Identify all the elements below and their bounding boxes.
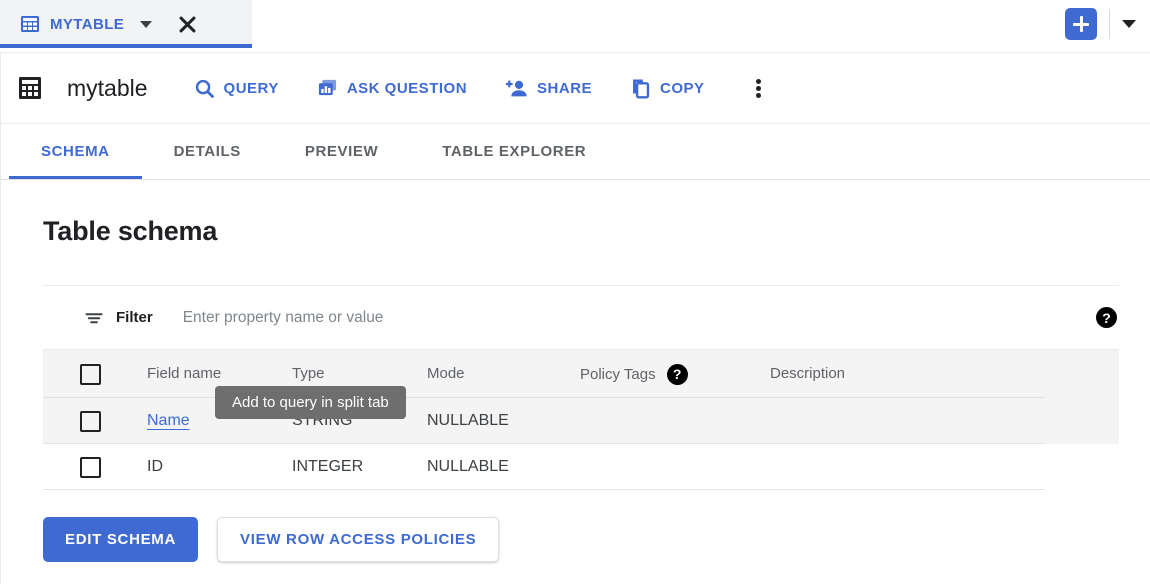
cell-mode: NULLABLE	[427, 458, 580, 476]
select-all-cell	[43, 364, 147, 385]
column-header-policy-tags: Policy Tags ?	[580, 364, 770, 385]
view-row-access-policies-button[interactable]: VIEW ROW ACCESS POLICIES	[217, 517, 499, 562]
app-root: MYTABLE	[0, 0, 1150, 584]
column-header-mode: Mode	[427, 365, 580, 383]
section-tabs: SCHEMA DETAILS PREVIEW TABLE EXPLORER	[1, 124, 1150, 180]
tab-table-explorer-label: TABLE EXPLORER	[442, 143, 586, 160]
workspace-tab-mytable[interactable]: MYTABLE	[0, 0, 252, 48]
tab-strip-controls	[1065, 0, 1150, 48]
person-add-icon	[505, 78, 528, 99]
table-row[interactable]: Name STRING NULLABLE	[43, 398, 1119, 444]
row-select-cell	[43, 457, 147, 478]
cell-type: INTEGER	[292, 458, 427, 476]
table-row[interactable]: ID INTEGER NULLABLE	[43, 444, 1119, 490]
insights-chart-icon	[317, 78, 338, 99]
cell-field-name: Name	[147, 412, 292, 430]
edit-schema-button[interactable]: EDIT SCHEMA	[43, 517, 198, 562]
query-button-label: QUERY	[224, 80, 279, 97]
table-header-row: Field name Type Mode Policy Tags ? Descr…	[43, 350, 1119, 398]
copy-button[interactable]: COPY	[630, 78, 705, 99]
search-icon	[194, 78, 215, 99]
schema-content: Table schema Filter ?	[1, 216, 1150, 562]
section-heading: Table schema	[43, 216, 1118, 247]
filter-list-icon	[83, 307, 105, 329]
help-icon[interactable]: ?	[1096, 307, 1117, 328]
tab-strip: MYTABLE	[0, 0, 1150, 52]
tab-preview[interactable]: PREVIEW	[273, 124, 410, 179]
filter-input[interactable]	[183, 309, 823, 327]
workspace-tab-label: MYTABLE	[50, 16, 124, 33]
copy-icon	[630, 78, 651, 99]
ask-question-button[interactable]: ASK QUESTION	[317, 78, 467, 99]
filter-bar: Filter ?	[43, 286, 1119, 350]
tab-table-explorer[interactable]: TABLE EXPLORER	[410, 124, 618, 179]
share-button[interactable]: SHARE	[505, 78, 592, 99]
column-header-type: Type	[292, 365, 427, 383]
add-tab-button[interactable]	[1065, 8, 1097, 40]
filter-label: Filter	[116, 309, 153, 326]
table-icon	[20, 14, 40, 34]
table-icon	[17, 75, 43, 101]
tab-details[interactable]: DETAILS	[142, 124, 273, 179]
copy-button-label: COPY	[660, 80, 705, 97]
column-header-field-name: Field name	[147, 365, 292, 383]
chevron-down-icon[interactable]	[1122, 20, 1136, 28]
cell-mode: NULLABLE	[427, 412, 580, 430]
row-checkbox[interactable]	[80, 457, 101, 478]
select-all-checkbox[interactable]	[80, 364, 101, 385]
schema-table: Field name Type Mode Policy Tags ? Descr…	[43, 350, 1119, 490]
tab-schema[interactable]: SCHEMA	[9, 124, 142, 179]
row-checkbox[interactable]	[80, 411, 101, 432]
cell-field-name: ID	[147, 458, 292, 476]
field-name-link[interactable]: Name	[147, 412, 190, 429]
ask-question-button-label: ASK QUESTION	[347, 80, 467, 97]
toolbar-divider	[1109, 9, 1110, 39]
tab-preview-label: PREVIEW	[305, 143, 378, 160]
cell-type: STRING	[292, 412, 427, 430]
field-name-text: ID	[147, 458, 163, 475]
table-toolbar: mytable QUERY	[1, 53, 1150, 124]
tab-details-label: DETAILS	[174, 143, 241, 160]
share-button-label: SHARE	[537, 80, 592, 97]
column-header-description: Description	[770, 365, 1119, 383]
chevron-down-icon[interactable]	[140, 21, 152, 28]
schema-actions: EDIT SCHEMA VIEW ROW ACCESS POLICIES	[43, 517, 1118, 562]
more-vert-icon[interactable]	[747, 76, 771, 100]
query-button[interactable]: QUERY	[194, 78, 279, 99]
close-icon[interactable]	[176, 13, 198, 35]
help-icon[interactable]: ?	[667, 364, 688, 385]
tab-schema-label: SCHEMA	[41, 143, 110, 160]
main-panel: mytable QUERY	[0, 52, 1150, 584]
page-title: mytable	[67, 75, 148, 102]
row-select-cell	[43, 411, 147, 432]
